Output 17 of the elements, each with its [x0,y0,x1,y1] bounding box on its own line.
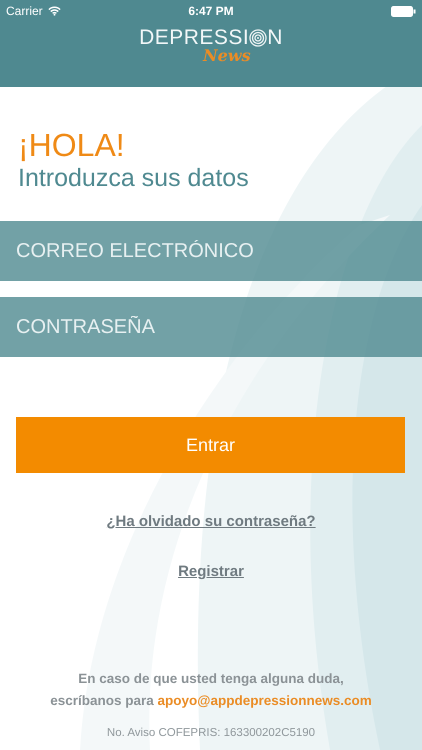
logo-text: N [267,26,283,50]
ripple-icon [249,29,268,47]
register-link[interactable]: Registrar [178,563,244,580]
carrier-name: Carrier [6,4,43,18]
greeting-title: ¡HOLA! [18,127,126,163]
status-time: 6:47 PM [188,4,234,18]
forgot-password-link[interactable]: ¿Ha olvidado su contraseña? [106,513,316,530]
help-text: En caso de que usted tenga alguna duda, escríbanos para apoyo@appdepressionnews.com [49,670,373,710]
submit-button[interactable]: Entrar [16,417,405,473]
wifi-icon [48,6,61,16]
email-field[interactable]: CORREO ELECTRÓNICO [0,221,422,281]
logo-script: News [203,47,251,64]
logo-text: DEPRESSI [139,26,250,49]
notice-text: No. Aviso COFEPRIS: 163300202C5190 [106,726,316,741]
battery-icon [391,6,416,16]
greeting-subtitle: Introduzca sus datos [18,163,250,193]
email-link[interactable]: apoyo@appdepressionnews.com [158,693,372,708]
